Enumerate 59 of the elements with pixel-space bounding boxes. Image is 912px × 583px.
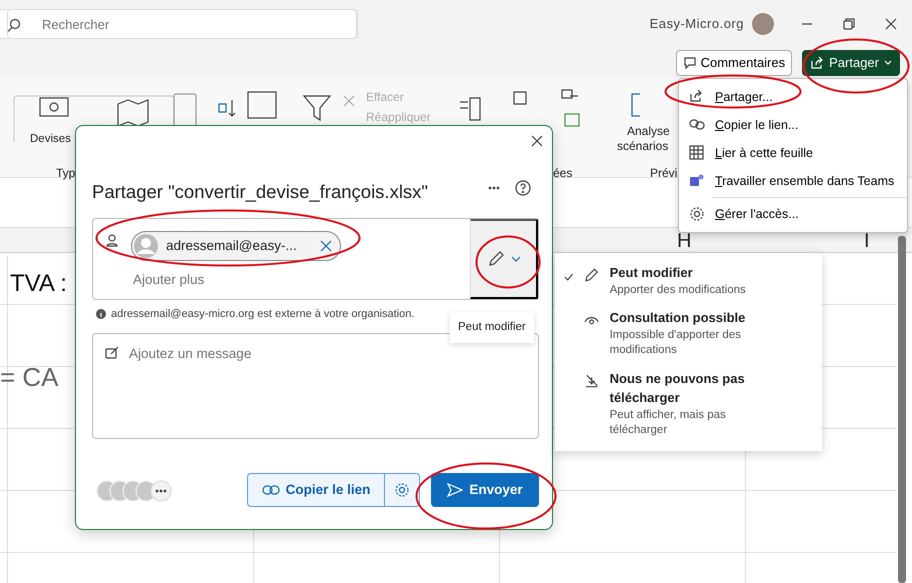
help-icon[interactable]: [515, 180, 531, 196]
link-icon: [262, 484, 280, 496]
comment-icon: [682, 56, 697, 70]
account-name: Easy-Micro.org: [650, 15, 744, 34]
option-title: Consultation possible: [610, 309, 746, 328]
menu-item[interactable]: Travailler ensemble dans Teams: [679, 167, 907, 195]
comments-button[interactable]: Commentaires: [676, 50, 792, 76]
no-download-icon: [584, 372, 600, 389]
option-title: Nous ne pouvons pas télécharger: [610, 370, 746, 408]
cell-text: TVA :: [10, 269, 67, 299]
info-icon: [96, 309, 106, 320]
option-description: Impossible d'apporter des modifications: [610, 328, 742, 358]
recipient-field[interactable]: adressemail@easy-... Ajouter plus: [92, 218, 539, 300]
menu-item[interactable]: Lier à cette feuille: [679, 139, 907, 167]
share-icon: [810, 56, 824, 70]
menu-item[interactable]: Partager...: [679, 83, 907, 111]
gear-icon: [394, 482, 410, 498]
edit-icon: [104, 345, 120, 361]
dialog-title: Partager "convertir_devise_françois.xlsx": [92, 180, 428, 204]
avatar-circle[interactable]: [752, 13, 774, 35]
people-icon: [689, 173, 705, 189]
permission-option[interactable]: Peut modifier Apporter des modifications: [555, 259, 822, 304]
chevron-icon: [510, 254, 520, 264]
cell-text: = CA: [0, 361, 59, 394]
send-button[interactable]: Envoyer: [431, 473, 539, 507]
pencil-icon: [584, 267, 600, 283]
pencil-icon: [486, 250, 504, 268]
search-field[interactable]: Rechercher: [7, 9, 357, 39]
chevron-icon: [884, 59, 892, 67]
recipient-chip[interactable]: adressemail@easy-...: [131, 231, 341, 261]
scrollbar[interactable]: [898, 236, 906, 583]
search-icon: [7, 18, 21, 32]
highlight-ellipse: [475, 235, 541, 289]
permission-option[interactable]: Nous ne pouvons pas télécharger Peut afficher, mais pas télécharger: [555, 364, 822, 445]
close-icon[interactable]: [530, 134, 544, 148]
add-more-field[interactable]: Ajouter plus: [131, 269, 331, 292]
ribbon-label[interactable]: Analyse: [627, 122, 670, 140]
ribbon-label[interactable]: Devises: [30, 131, 71, 148]
option-description: Apporter des modifications: [610, 282, 747, 298]
menu-item[interactable]: Gérer l'accès...: [679, 200, 907, 228]
menu-item[interactable]: Copier le lien...: [679, 111, 907, 139]
person-icon: [105, 233, 119, 247]
group-label: Prévi: [650, 165, 678, 182]
permission-option[interactable]: Consultation possible Impossible d'apporter des modifications: [555, 304, 822, 365]
option-description: Peut afficher, mais pas télécharger: [610, 408, 727, 438]
permission-button[interactable]: [470, 219, 538, 299]
group-label: Typ: [56, 165, 76, 182]
group-label: ées: [553, 165, 572, 182]
tooltip: Peut modifier: [450, 312, 534, 344]
send-icon: [447, 482, 464, 498]
recipient-email: adressemail@easy-...: [166, 236, 298, 255]
avatar-icon: [134, 234, 158, 258]
ribbon-label[interactable]: scénarios: [617, 137, 668, 155]
gear-icon: [689, 206, 705, 222]
option-title: Peut modifier: [610, 264, 694, 282]
grid-icon: [689, 145, 705, 161]
external-notice: adressemail@easy-micro.org est externe à votre organisation.: [111, 307, 414, 322]
remove-icon[interactable]: [320, 240, 332, 252]
share-button[interactable]: Partager: [802, 50, 900, 76]
